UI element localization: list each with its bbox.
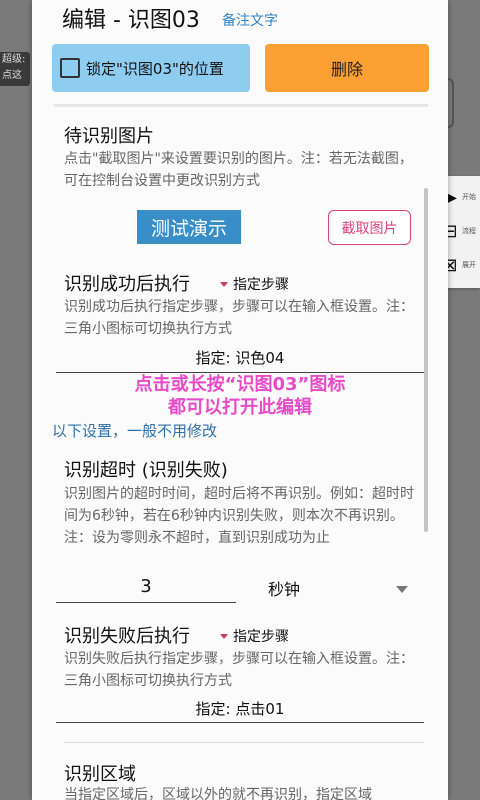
header-divider [54,104,428,107]
background-chip: 超级: 点这可 [0,52,30,86]
success-section-title: 识别成功后执行 [64,274,190,295]
section-divider [64,742,424,743]
overlay-hint-line2: 都可以打开此编辑 [168,397,312,418]
fail-step-input[interactable]: 指定: 点击01 [56,698,424,719]
timeout-unit-label: 秒钟 [268,580,301,599]
success-input-underline [56,372,424,373]
lock-checkbox[interactable] [60,58,80,78]
memo-link[interactable]: 备注文字 [222,10,278,30]
lock-position-label: 锁定"识图03"的位置 [86,59,224,78]
success-mode-label: 指定步骤 [233,277,289,293]
edit-dialog: 编辑 - 识图03 备注文字 锁定"识图03"的位置 删除 待识别图片 点击"截… [32,0,448,800]
timeout-unit-select[interactable]: 秒钟 [268,574,408,602]
dialog-title: 编辑 - 识图03 [62,8,200,33]
fail-mode-label: 指定步骤 [233,629,289,645]
timeout-section-title: 识别超时 (识别失败) [64,460,228,481]
play-label: 开始 [462,193,476,201]
success-section-desc: 识别成功后执行指定步骤，步骤可以在输入框设置。注：三角小图标可切换执行方式 [64,299,414,337]
background-chip-line2: 点这可 [2,70,22,81]
demo-button[interactable]: 测试演示 [137,210,241,244]
timeout-input-underline [56,602,236,603]
fail-section-desc: 识别失败后执行指定步骤，步骤可以在输入框设置。注：三角小图标可切换执行方式 [64,651,414,689]
image-section-desc: 点击"截取图片"来设置要识别的图片。注：若无法截图，可在控制台设置中更改识别方式 [64,151,413,189]
lock-position-button[interactable]: 锁定"识图03"的位置 [52,44,250,92]
image-section-title: 待识别图片 [64,126,154,147]
background-chip-line1: 超级: [2,54,26,65]
fail-section-title: 识别失败后执行 [64,626,190,647]
capture-image-button[interactable]: 截取图片 [328,210,411,245]
timeout-section-desc: 识别图片的超时时间，超时后将不再识别。例如：超时时间为6秒钟，若在6秒钟内识别失… [64,486,414,546]
flow-label: 流程 [462,227,476,235]
fail-input-underline [56,722,424,723]
success-step-input[interactable]: 指定: 识色04 [56,347,424,368]
region-section-desc: 当指定区域后，区域以外的就不再识别，指定区域 [64,787,372,800]
region-section-title: 识别区域 [64,764,136,785]
chevron-down-icon [396,586,408,593]
collapse-label: 展开 [462,261,476,269]
delete-button[interactable]: 删除 [265,44,429,92]
overlay-hint-line1: 点击或长按“识图03”图标 [134,374,346,395]
fail-mode-select[interactable]: 指定步骤 [220,626,289,646]
scrollbar[interactable] [424,188,428,532]
dialog-header: 编辑 - 识图03 备注文字 [32,0,448,34]
timeout-input[interactable]: 3 [56,576,236,597]
triangle-down-icon [220,281,228,287]
triangle-down-icon [220,633,228,639]
success-mode-select[interactable]: 指定步骤 [220,274,289,294]
optional-settings-note: 以下设置，一般不用修改 [52,422,218,440]
